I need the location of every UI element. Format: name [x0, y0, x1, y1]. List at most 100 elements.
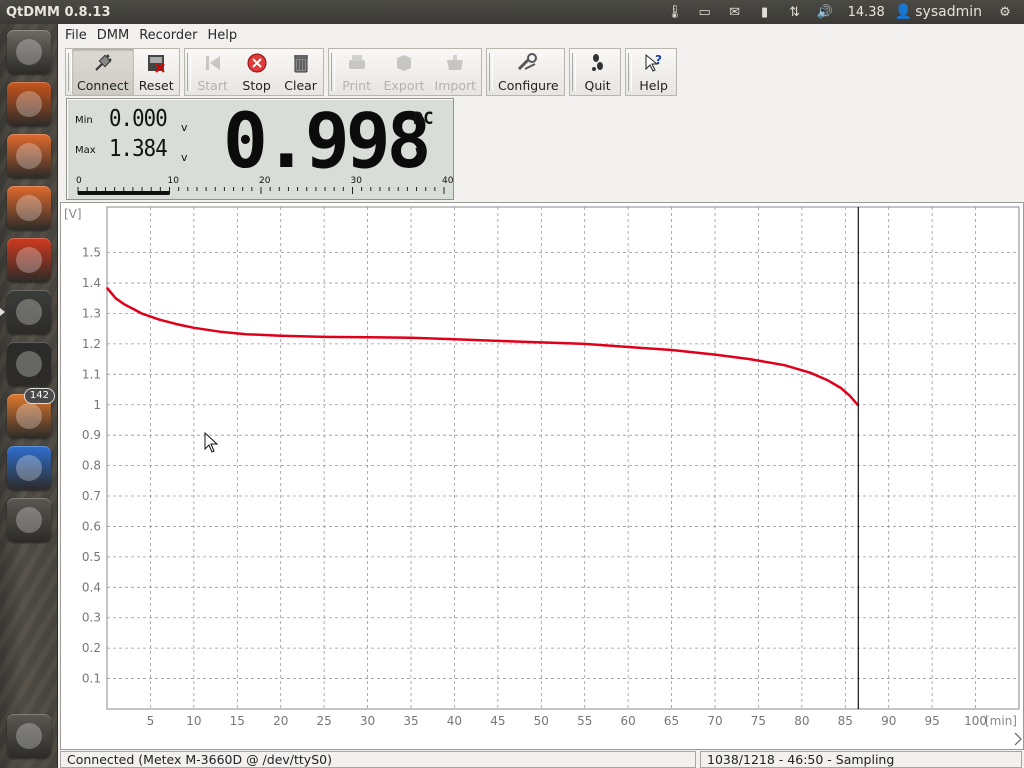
mail-icon[interactable]: ✉: [722, 0, 748, 24]
x-tick-label: 35: [403, 714, 418, 728]
reset-icon: [145, 50, 167, 76]
launcher-terminal-icon[interactable]: [7, 342, 51, 386]
launcher-chromium-icon[interactable]: [7, 446, 51, 490]
user-menu[interactable]: 👤 sysadmin: [895, 4, 988, 20]
volume-icon[interactable]: 🔊: [812, 0, 838, 24]
toolbar-group: Print Export Import: [327, 48, 483, 96]
recorder-plot[interactable]: 5 10 15 20 25 30 35 40 45 50 55 60 65 70 75 80 85 90 95 100…: [60, 202, 1024, 750]
launcher-system-settings-icon[interactable]: [7, 238, 51, 282]
data-point: [670, 349, 673, 351]
plug-icon: [92, 50, 114, 76]
gear-icon[interactable]: ⚙: [992, 0, 1018, 24]
battery-icon[interactable]: ▮: [752, 0, 778, 24]
data-point: [840, 387, 842, 389]
menu-dmm[interactable]: DMM: [92, 28, 134, 43]
launcher-badge: 142: [23, 388, 55, 404]
y-tick-label: 1.4: [82, 276, 101, 290]
x-tick-label: 75: [751, 714, 766, 728]
x-tick-label: 60: [621, 714, 636, 728]
x-tick-label: 30: [360, 714, 375, 728]
data-point: [140, 312, 143, 315]
sd-card-icon[interactable]: ▭: [692, 0, 718, 24]
x-tick-label: 5: [147, 714, 155, 728]
data-point: [366, 336, 369, 339]
x-tick-label: 85: [838, 714, 853, 728]
help-button[interactable]: ? Help: [632, 49, 676, 95]
stop-icon: [246, 50, 268, 76]
bar-fill: [78, 191, 170, 195]
y-tick-label: 0.3: [82, 611, 101, 625]
software-center-glyph: [16, 195, 42, 221]
configure-button[interactable]: Configure: [493, 49, 564, 95]
x-tick-label: 25: [317, 714, 332, 728]
connect-button[interactable]: Connect: [72, 49, 134, 95]
data-point: [848, 394, 851, 397]
launcher-software-center-icon[interactable]: [7, 186, 51, 230]
bargraph: [77, 187, 445, 195]
print-icon: [346, 50, 368, 76]
system-tray: 🌡 ▭ ✉ ▮ ⇅ 🔊 14.38 👤 sysadmin ⚙: [662, 0, 1024, 24]
start-icon: [202, 50, 224, 76]
menubar: File DMM Recorder Help: [58, 24, 1024, 47]
running-indicator: [0, 308, 5, 316]
x-tick-label: 40: [447, 714, 462, 728]
start-button[interactable]: Start: [191, 49, 235, 95]
data-point: [748, 358, 751, 360]
data-point: [714, 353, 716, 356]
data-point: [453, 338, 456, 341]
export-label: Export: [383, 78, 425, 93]
menu-help[interactable]: Help: [202, 28, 242, 43]
clear-button[interactable]: Clear: [279, 49, 323, 95]
update-manager-glyph: [16, 403, 42, 429]
data-point: [827, 379, 829, 382]
x-tick-label: 95: [925, 714, 940, 728]
clock[interactable]: 14.38: [842, 5, 891, 20]
import-label: Import: [434, 78, 477, 93]
thermometer-icon[interactable]: 🌡: [662, 0, 688, 24]
y-tick-label: 0.4: [82, 580, 101, 594]
data-point: [175, 323, 178, 325]
toolbar-group: Connect Reset: [65, 48, 180, 96]
import-button[interactable]: Import: [430, 49, 482, 95]
launcher-qtdmm-icon[interactable]: [0, 290, 51, 334]
network-icon[interactable]: ⇅: [782, 0, 808, 24]
reset-button[interactable]: Reset: [134, 49, 179, 95]
data-point: [809, 372, 812, 374]
y-axis-label: [V]: [64, 207, 82, 221]
y-tick-label: 0.6: [82, 519, 101, 533]
y-tick-label: 1.1: [82, 367, 101, 381]
clear-label: Clear: [284, 78, 317, 93]
x-tick-label: 100: [964, 714, 987, 728]
scroll-right-icon: [1014, 732, 1022, 746]
launcher-dash-home-icon[interactable]: [7, 30, 51, 74]
dash-home-glyph: [16, 39, 42, 65]
y-tick-label: 0.1: [82, 672, 101, 686]
y-tick-label: 0.9: [82, 428, 101, 442]
toolbar-group: Start Stop Clear: [183, 48, 324, 96]
y-tick-label: 0.2: [82, 641, 101, 655]
menu-recorder[interactable]: Recorder: [134, 28, 202, 43]
wrench-icon: [515, 50, 541, 76]
print-button[interactable]: Print: [335, 49, 379, 95]
firefox-glyph: [16, 91, 42, 117]
help-icon: ?: [643, 50, 665, 76]
import-icon: [444, 50, 466, 76]
data-point: [783, 364, 786, 367]
launcher-workspace-switcher-icon[interactable]: [7, 498, 51, 542]
export-button[interactable]: Export: [379, 49, 430, 95]
stop-button[interactable]: Stop: [235, 49, 279, 95]
menu-file[interactable]: File: [60, 28, 92, 43]
launcher-firefox-icon[interactable]: [7, 82, 51, 126]
x-tick-label: 90: [881, 714, 896, 728]
toolbar: Connect Reset Start Stop Clear Print Export Imp…: [65, 48, 681, 96]
y-tick-label: 0.7: [82, 489, 101, 503]
launcher-trash-icon[interactable]: [7, 714, 51, 758]
connection-status: Connected (Metex M-3660D @ /dev/ttyS0): [60, 751, 696, 768]
launcher-update-manager-icon[interactable]: 142: [7, 388, 55, 438]
data-point: [323, 336, 325, 338]
launcher-files-icon[interactable]: [7, 134, 51, 178]
sampling-status: 1038/1218 - 46:50 - Sampling: [700, 751, 1022, 768]
data-point: [219, 330, 221, 333]
quit-button[interactable]: Quit: [576, 49, 620, 95]
toolbar-group: Configure: [486, 48, 565, 96]
